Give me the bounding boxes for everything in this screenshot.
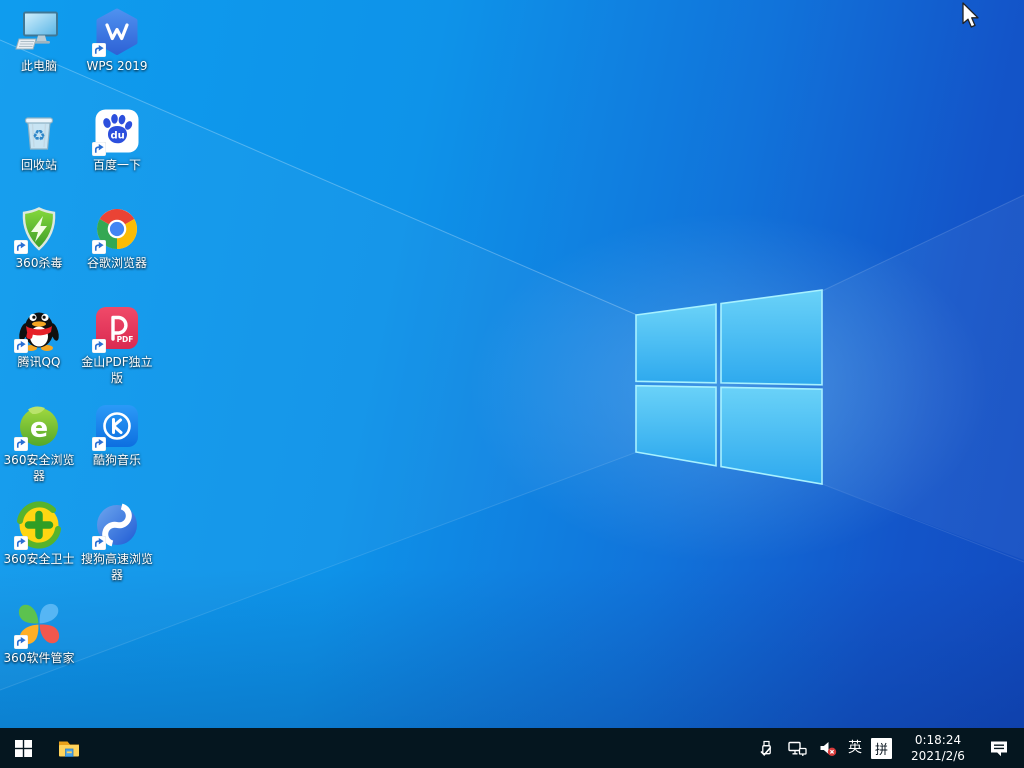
- pdf-icon: PDF: [93, 304, 141, 352]
- network-icon[interactable]: [786, 728, 808, 768]
- desktop-icon-kugou-music[interactable]: 酷狗音乐: [78, 402, 156, 469]
- this-pc-icon: [15, 8, 63, 56]
- icon-label: 金山PDF独立版: [78, 355, 156, 386]
- volume-muted-icon[interactable]: [817, 728, 839, 768]
- chrome-icon: [93, 205, 141, 253]
- green-plus-circle-icon: [15, 501, 63, 549]
- recycle-bin-icon: ♻: [15, 107, 63, 155]
- wps-icon: [93, 8, 141, 56]
- file-explorer-icon: [57, 736, 81, 760]
- sogou-s-icon: [93, 501, 141, 549]
- usb-safely-remove-icon[interactable]: [755, 728, 777, 768]
- start-button[interactable]: [0, 728, 46, 768]
- icon-label: 谷歌浏览器: [87, 256, 147, 272]
- baidu-paw-icon: du: [93, 107, 141, 155]
- green-e-browser-icon: e: [15, 402, 63, 450]
- clock-date: 2021/2/6: [906, 748, 970, 764]
- svg-text:♻: ♻: [32, 127, 45, 145]
- desktop-icon-recycle-bin[interactable]: ♻ 回收站: [0, 107, 78, 174]
- kugou-k-icon: [93, 402, 141, 450]
- clock-time: 0:18:24: [906, 732, 970, 748]
- icon-label: 百度一下: [93, 158, 141, 174]
- icon-label: 360安全卫士: [4, 552, 75, 568]
- file-explorer-button[interactable]: [46, 728, 92, 768]
- desktop-wallpaper[interactable]: 此电脑 WPS 2019 ♻: [0, 0, 1024, 728]
- shield-lightning-icon: [15, 205, 63, 253]
- action-center-button[interactable]: [984, 728, 1014, 768]
- shortcut-arrow-icon: [14, 436, 28, 450]
- desktop-icon-this-pc[interactable]: 此电脑: [0, 8, 78, 75]
- icon-label: 回收站: [21, 158, 57, 174]
- shortcut-arrow-icon: [92, 436, 106, 450]
- icon-label: 360软件管家: [4, 651, 75, 667]
- four-petal-clover-icon: [15, 600, 63, 648]
- svg-text:PDF: PDF: [117, 335, 134, 344]
- desktop-icon-chrome[interactable]: 谷歌浏览器: [78, 205, 156, 272]
- desktop-icon-360-browser[interactable]: e 360安全浏览器: [0, 402, 78, 484]
- ime-language-indicator[interactable]: 英: [848, 728, 862, 768]
- icon-label: 360杀毒: [16, 256, 63, 272]
- desktop-icon-tencent-qq[interactable]: 腾讯QQ: [0, 304, 78, 371]
- desktop-icon-baidu[interactable]: du 百度一下: [78, 107, 156, 174]
- windows-start-icon: [15, 740, 32, 757]
- desktop-icon-360-antivirus[interactable]: 360杀毒: [0, 205, 78, 272]
- shortcut-arrow-icon: [14, 535, 28, 549]
- ime-mode-indicator[interactable]: 拼: [871, 738, 892, 759]
- shortcut-arrow-icon: [92, 42, 106, 56]
- shortcut-arrow-icon: [92, 141, 106, 155]
- shortcut-arrow-icon: [92, 338, 106, 352]
- shortcut-arrow-icon: [14, 634, 28, 648]
- icon-label: 360安全浏览器: [0, 453, 78, 484]
- desktop-icon-360-safeguard[interactable]: 360安全卫士: [0, 501, 78, 568]
- desktop-icon-sogou-browser[interactable]: 搜狗高速浏览器: [78, 501, 156, 583]
- svg-text:e: e: [30, 413, 48, 444]
- desktop-icon-wps-2019[interactable]: WPS 2019: [78, 8, 156, 75]
- shortcut-arrow-icon: [14, 239, 28, 253]
- qq-penguin-icon: [15, 304, 63, 352]
- shortcut-arrow-icon: [92, 535, 106, 549]
- icon-label: 此电脑: [21, 59, 57, 75]
- shortcut-arrow-icon: [14, 338, 28, 352]
- shortcut-arrow-icon: [92, 239, 106, 253]
- icon-label: WPS 2019: [86, 59, 147, 75]
- icon-label: 腾讯QQ: [18, 355, 61, 371]
- desktop-icon-kingsoft-pdf[interactable]: PDF 金山PDF独立版: [78, 304, 156, 386]
- icon-label: 搜狗高速浏览器: [78, 552, 156, 583]
- taskbar: 英 拼 0:18:24 2021/2/6: [0, 728, 1024, 768]
- desktop-icon-360-software-manager[interactable]: 360软件管家: [0, 600, 78, 667]
- svg-text:du: du: [110, 131, 124, 142]
- taskbar-clock[interactable]: 0:18:24 2021/2/6: [901, 732, 975, 764]
- icon-label: 酷狗音乐: [93, 453, 141, 469]
- action-center-icon: [989, 739, 1009, 758]
